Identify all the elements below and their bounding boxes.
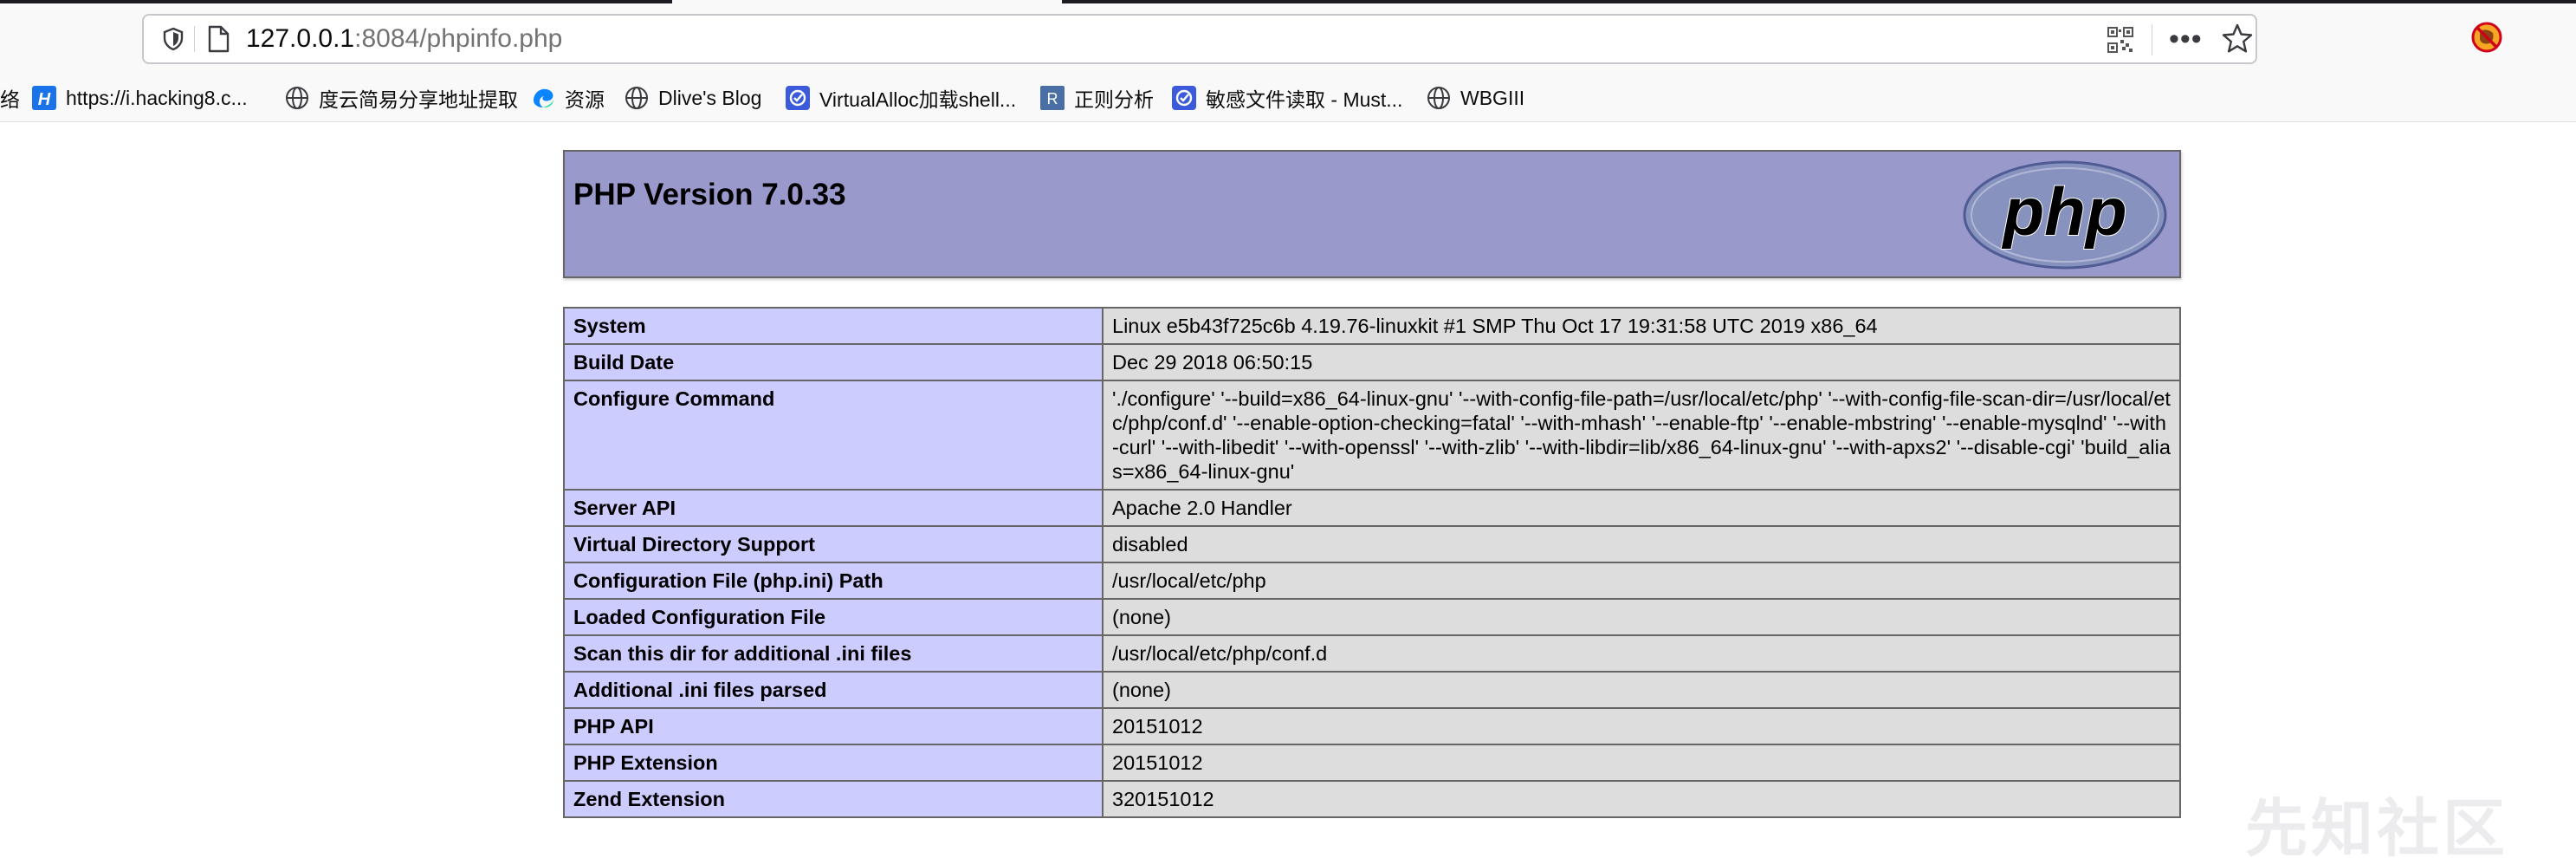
info-key: PHP Extension: [563, 744, 1104, 782]
info-key: Scan this dir for additional .ini files: [563, 634, 1104, 673]
tab-strip-segment: [0, 0, 672, 3]
info-key: Virtual Directory Support: [563, 525, 1104, 563]
bookmark-item[interactable]: WBGIII: [1426, 80, 1524, 116]
info-value: (none): [1102, 671, 2181, 709]
h-logo-icon: H: [32, 86, 56, 110]
info-key: Server API: [563, 489, 1104, 527]
info-value: './configure' '--build=x86_64-linux-gnu'…: [1102, 380, 2181, 491]
bookmark-item[interactable]: Dlive's Blog: [624, 80, 761, 116]
table-row: PHP API 20151012: [563, 707, 2181, 745]
table-row: Configure Command './configure' '--build=…: [563, 380, 2181, 491]
page-content: PHP Version 7.0.33 php System Linux e5b43…: [0, 122, 2576, 858]
table-row: Server API Apache 2.0 Handler: [563, 489, 2181, 527]
qr-code-icon[interactable]: [2107, 26, 2134, 54]
blue-badge-icon: [786, 86, 810, 110]
info-value: Linux e5b43f725c6b 4.19.76-linuxkit #1 S…: [1102, 307, 2181, 345]
php-logo[interactable]: php: [1961, 159, 2169, 271]
info-value: 20151012: [1102, 744, 2181, 782]
bookmark-item[interactable]: 敏感文件读取 - Must...: [1171, 80, 1402, 116]
bookmark-star-icon[interactable]: [2221, 23, 2254, 55]
table-row: Configuration File (php.ini) Path/usr/lo…: [563, 562, 2181, 600]
table-row: Virtual Directory Support disabled: [563, 525, 2181, 563]
watermark: 先知社区: [2245, 795, 2509, 858]
address-bar[interactable]: 127.0.0.1:8084/phpinfo.php •••: [142, 14, 2257, 64]
page-icon[interactable]: [206, 25, 230, 53]
info-value: Apache 2.0 Handler: [1102, 489, 2181, 527]
info-value: (none): [1102, 598, 2181, 636]
tab-strip-segment: [1062, 0, 2576, 3]
table-row: Loaded Configuration File (none): [563, 598, 2181, 636]
info-value: 320151012: [1102, 780, 2181, 818]
url-text[interactable]: 127.0.0.1:8084/phpinfo.php: [246, 24, 562, 54]
globe-icon: [1427, 87, 1450, 109]
bookmark-label: 度云简易分享地址提取: [319, 88, 518, 111]
bookmark-label: https://i.hacking8.c...: [66, 86, 248, 109]
bookmark-label: 敏感文件读取 - Must...: [1206, 88, 1403, 111]
svg-text:H: H: [38, 90, 51, 109]
info-key: System: [563, 307, 1104, 345]
info-key: Additional .ini files parsed: [563, 671, 1104, 709]
browser-chrome: 127.0.0.1:8084/phpinfo.php ••• 络 H https…: [0, 0, 2576, 122]
address-bar-divider: [194, 26, 195, 52]
table-row: Scan this dir for additional .ini files /…: [563, 634, 2181, 673]
tracking-shield-icon[interactable]: [161, 27, 185, 51]
bookmark-label: VirtualAlloc加载shell...: [819, 88, 1017, 111]
more-actions-icon[interactable]: •••: [2169, 23, 2203, 56]
globe-icon: [625, 87, 648, 109]
phpinfo-header: PHP Version 7.0.33 php: [563, 150, 2181, 278]
url-path: :8084/phpinfo.php: [354, 24, 563, 53]
bookmark-label: Dlive's Blog: [658, 86, 762, 109]
bookmark-label: WBGIII: [1460, 86, 1525, 109]
info-value: /usr/local/etc/php: [1102, 562, 2181, 600]
php-logo-text: php: [2002, 173, 2127, 250]
bookmark-label: 络: [0, 88, 20, 111]
table-row: Build Date Dec 29 2018 06:50:15: [563, 343, 2181, 381]
r-logo-icon: R: [1040, 86, 1065, 110]
page-title: PHP Version 7.0.33: [573, 178, 846, 211]
bookmark-label: 资源: [565, 88, 605, 111]
tab-strip-edge: [0, 0, 2576, 3]
table-row: Additional .ini files parsed (none): [563, 671, 2181, 709]
bookmark-item[interactable]: R 正则分析: [1039, 80, 1154, 116]
info-key: Loaded Configuration File: [563, 598, 1104, 636]
info-key: PHP API: [563, 707, 1104, 745]
bookmarks-toolbar: 络 H https://i.hacking8.c... 度云简易分享地址提取 资…: [0, 80, 2576, 116]
bookmark-item[interactable]: VirtualAlloc加载shell...: [785, 80, 1016, 116]
blue-badge-icon: [1172, 86, 1196, 110]
bookmark-item[interactable]: 络: [0, 80, 20, 116]
info-value: /usr/local/etc/php/conf.d: [1102, 634, 2181, 673]
info-key: Configuration File (php.ini) Path: [563, 562, 1104, 600]
table-row: Zend Extension 320151012: [563, 780, 2181, 818]
info-key: Configure Command: [563, 380, 1104, 491]
bookmark-item[interactable]: H https://i.hacking8.c...: [31, 80, 248, 116]
extension-icon[interactable]: [2470, 21, 2503, 54]
url-host: 127.0.0.1: [246, 24, 355, 53]
info-key: Build Date: [563, 343, 1104, 381]
bookmark-item[interactable]: 资源: [530, 80, 605, 116]
info-key: Zend Extension: [563, 780, 1104, 818]
table-row: System Linux e5b43f725c6b 4.19.76-linuxki…: [563, 307, 2181, 345]
edge-wave-icon: [534, 88, 553, 108]
bookmark-item[interactable]: 度云简易分享地址提取: [284, 80, 518, 116]
svg-text:R: R: [1047, 90, 1058, 107]
globe-icon: [286, 87, 308, 109]
info-value: 20151012: [1102, 707, 2181, 745]
info-value: Dec 29 2018 06:50:15: [1102, 343, 2181, 381]
info-value: disabled: [1102, 525, 2181, 563]
bookmark-label: 正则分析: [1074, 88, 1154, 111]
phpinfo-table: System Linux e5b43f725c6b 4.19.76-linuxki…: [563, 307, 2181, 818]
table-row: PHP Extension 20151012: [563, 744, 2181, 782]
